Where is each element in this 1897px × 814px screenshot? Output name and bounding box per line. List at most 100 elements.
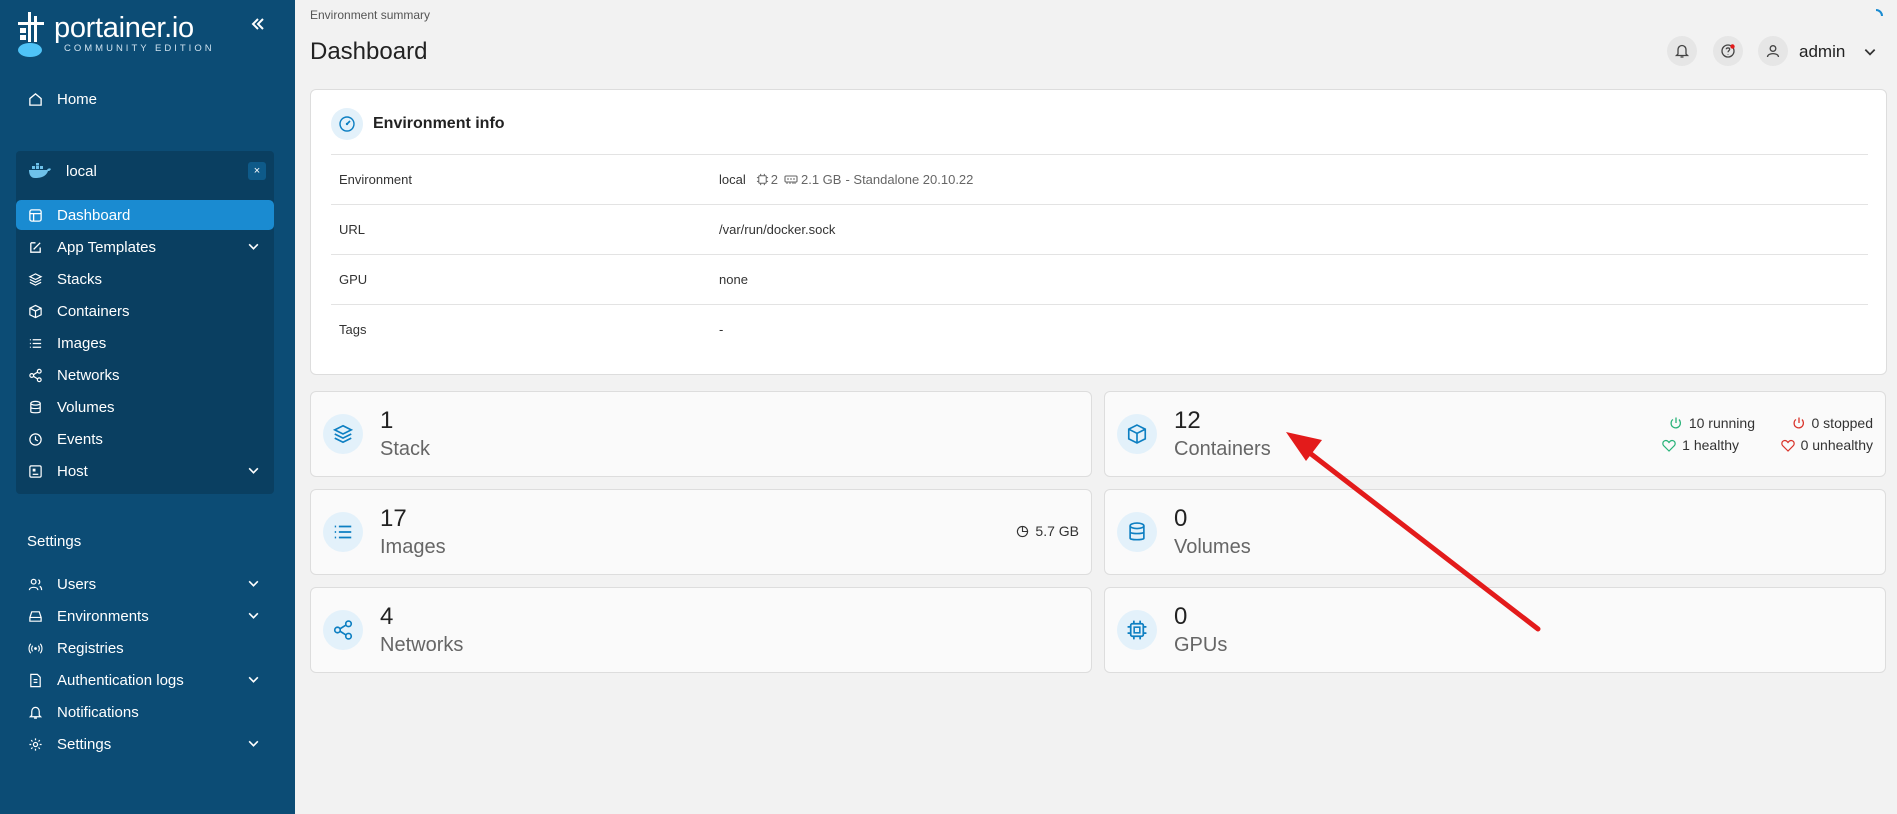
edit-icon	[30, 241, 41, 253]
sidebar-item-images[interactable]: Images	[16, 328, 274, 358]
cpu-icon	[756, 173, 768, 186]
collapse-sidebar-button[interactable]	[245, 12, 271, 36]
sidebar-item-label: Users	[57, 575, 97, 593]
chevrons-left-icon	[251, 18, 264, 30]
running-status: 10 running	[1669, 415, 1755, 431]
sidebar-item-app-templates[interactable]: App Templates	[16, 232, 274, 262]
sidebar-item-containers[interactable]: Containers	[16, 296, 274, 326]
user-avatar-button[interactable]	[1758, 36, 1788, 66]
sidebar-item-home[interactable]: Home	[16, 84, 274, 114]
images-stat-card[interactable]: 17 Images 5.7 GB	[310, 489, 1092, 575]
portainer-logo-icon	[18, 12, 44, 57]
database-icon	[30, 400, 41, 413]
sidebar-item-label: Home	[57, 90, 98, 108]
sidebar-item-label: Authentication logs	[57, 671, 184, 689]
sidebar-item-authentication-logs[interactable]: Authentication logs	[16, 665, 274, 695]
gpus-count: 0	[1174, 603, 1188, 630]
box-icon	[1117, 414, 1157, 454]
sidebar-item-label: Notifications	[57, 703, 139, 721]
environment-info-title-text: Environment info	[373, 115, 505, 132]
networks-stat-card[interactable]: 4 Networks	[310, 587, 1092, 673]
sidebar-item-networks[interactable]: Networks	[16, 360, 274, 390]
sidebar-item-label: Containers	[57, 302, 130, 320]
chevron-down-icon	[248, 580, 259, 587]
gear-icon	[29, 737, 42, 751]
sidebar-item-label: Stacks	[57, 270, 103, 288]
sidebar-item-volumes[interactable]: Volumes	[16, 392, 274, 422]
containers-count: 12	[1174, 407, 1201, 434]
info-key: Tags	[339, 322, 367, 337]
layers-icon	[28, 272, 43, 286]
environment-detail: - Standalone 20.10.22	[845, 172, 974, 187]
networks-label: Networks	[380, 634, 464, 656]
environment-info-table: Environment local 2 2.1 GB - Standalone …	[331, 154, 1868, 354]
gpus-label: GPUs	[1174, 634, 1228, 656]
sidebar-item-label: App Templates	[57, 238, 156, 256]
sidebar-item-notifications[interactable]: Notifications	[16, 697, 274, 727]
cpu-icon	[1117, 610, 1157, 650]
help-icon	[1721, 44, 1735, 58]
sidebar-item-events[interactable]: Events	[16, 424, 274, 454]
volumes-stat-card[interactable]: 0 Volumes	[1104, 489, 1886, 575]
cpu-count: 2	[770, 172, 778, 187]
file-icon	[30, 673, 41, 687]
list-icon	[323, 512, 363, 552]
bell-icon	[28, 706, 43, 719]
users-icon	[28, 578, 43, 590]
stack-count: 1	[380, 407, 394, 434]
info-value: /var/run/docker.sock	[719, 222, 836, 237]
sidebar: portainer.io COMMUNITY EDITION Home loca…	[0, 0, 295, 814]
environment-info-card: Environment info Environment local 2 2.1…	[310, 89, 1887, 375]
power-icon	[1792, 417, 1804, 429]
sidebar-item-registries[interactable]: Registries	[16, 633, 274, 663]
chevron-down-icon	[248, 243, 259, 250]
loading-spinner-icon	[1875, 9, 1883, 17]
info-value: local 2 2.1 GB - Standalone 20.10.22	[719, 172, 973, 187]
volumes-count: 0	[1174, 505, 1188, 532]
close-environment-button[interactable]: ×	[248, 162, 266, 180]
share-icon	[323, 610, 363, 650]
radio-icon	[28, 642, 43, 654]
sidebar-item-environments[interactable]: Environments	[16, 601, 274, 631]
sidebar-item-dashboard[interactable]: Dashboard	[16, 200, 274, 230]
info-row-environment: Environment local 2 2.1 GB - Standalone …	[331, 154, 1868, 204]
notifications-button[interactable]	[1667, 36, 1697, 66]
portainer-logo[interactable]: portainer.io COMMUNITY EDITION	[14, 10, 244, 60]
sidebar-item-users[interactable]: Users	[16, 569, 274, 599]
chevron-down-icon[interactable]	[1863, 45, 1877, 59]
healthy-status: 1 healthy	[1662, 437, 1739, 453]
layers-icon	[323, 414, 363, 454]
running-count: 10 running	[1688, 415, 1755, 431]
heart-icon	[1662, 439, 1676, 452]
gpus-stat-card[interactable]: 0 GPUs	[1104, 587, 1886, 673]
pie-chart-icon	[1017, 525, 1029, 537]
stack-stat-card[interactable]: 1 Stack	[310, 391, 1092, 477]
sidebar-item-settings[interactable]: Settings	[16, 729, 274, 759]
chevron-down-icon	[248, 467, 259, 474]
docker-icon	[29, 163, 51, 178]
brand-name: portainer.io	[54, 12, 194, 44]
images-size-value: 5.7 GB	[1035, 523, 1079, 539]
box-icon	[29, 304, 42, 318]
sidebar-item-host[interactable]: Host	[16, 456, 274, 486]
info-value: none	[719, 272, 748, 287]
sidebar-item-label: Volumes	[57, 398, 115, 416]
clock-icon	[29, 432, 42, 446]
sidebar-item-label: Environments	[57, 607, 149, 625]
images-label: Images	[380, 536, 446, 558]
user-name[interactable]: admin	[1799, 42, 1845, 62]
info-row-tags: Tags -	[331, 304, 1868, 354]
volumes-label: Volumes	[1174, 536, 1251, 558]
stack-label: Stack	[380, 438, 431, 460]
database-icon	[1117, 512, 1157, 552]
containers-stat-card[interactable]: 12 Containers 10 running 0 stopped 1 hea…	[1104, 391, 1886, 477]
healthy-count: 1 healthy	[1682, 437, 1739, 453]
environment-info-title: Environment info	[331, 108, 505, 140]
page-title: Dashboard	[310, 38, 428, 65]
environment-name: local	[66, 162, 97, 180]
chevron-down-icon	[248, 676, 259, 683]
sidebar-item-label: Networks	[57, 366, 120, 384]
sidebar-item-stacks[interactable]: Stacks	[16, 264, 274, 294]
memory-icon	[784, 174, 798, 184]
help-button[interactable]	[1713, 36, 1743, 66]
